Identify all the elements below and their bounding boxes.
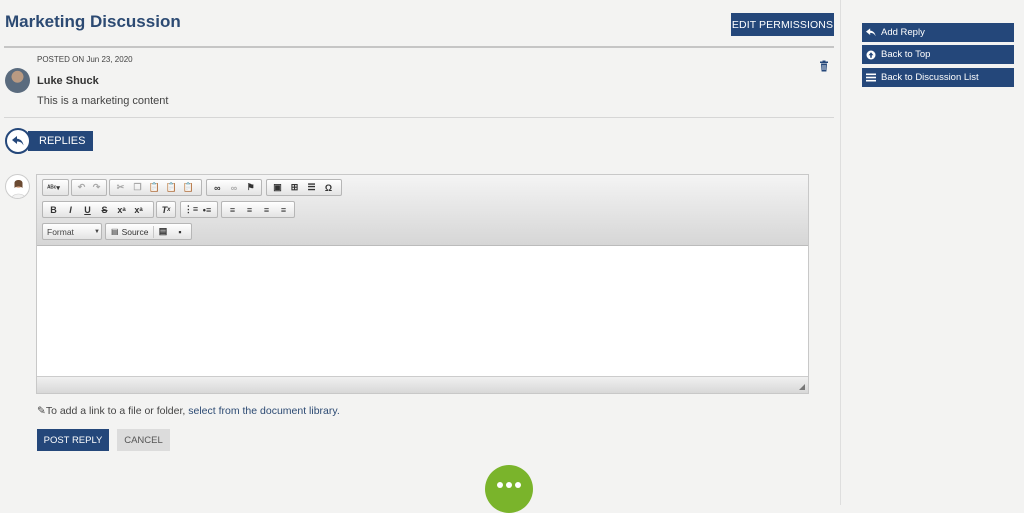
post-divider	[4, 117, 834, 118]
link-icon[interactable]: ∞	[209, 180, 226, 195]
post-author: Luke Shuck	[37, 75, 99, 87]
templates-icon[interactable]: ▤	[155, 224, 172, 239]
document-link-note: ✎To add a link to a file or folder, sele…	[37, 405, 340, 417]
back-to-discussion-list-button[interactable]: Back to Discussion List	[862, 68, 1014, 87]
clipboard-group: ✂ ❐ 📋 📋 📋	[109, 179, 202, 196]
more-options-button[interactable]	[485, 465, 533, 513]
source-button[interactable]: ▤ Source	[108, 227, 152, 237]
unlink-icon[interactable]: ∞	[226, 180, 243, 195]
align-justify-icon[interactable]: ≡	[275, 202, 292, 217]
replies-reply-icon	[5, 128, 31, 154]
caret-down-icon: ▼	[94, 228, 100, 235]
special-character-icon[interactable]: Ω	[320, 180, 337, 195]
remove-format-group: Tx	[156, 201, 176, 218]
author-avatar	[5, 68, 30, 93]
undo-icon[interactable]: ↶	[74, 180, 89, 195]
list-icon	[866, 73, 876, 83]
remove-format-icon[interactable]: Tx	[159, 202, 173, 217]
align-center-icon[interactable]: ≡	[241, 202, 258, 217]
table-icon[interactable]: ⊞	[286, 180, 303, 195]
subscript-icon[interactable]: xa	[113, 202, 130, 217]
current-user-avatar	[5, 174, 30, 199]
more-dot-icon	[506, 482, 512, 488]
back-to-top-label: Back to Top	[881, 49, 931, 60]
add-reply-button[interactable]: Add Reply	[862, 23, 1014, 42]
resize-handle-icon[interactable]	[799, 384, 805, 390]
reply-icon	[866, 28, 876, 38]
bold-icon[interactable]: B	[45, 202, 62, 217]
save-icon[interactable]: ▪	[172, 224, 189, 239]
paste-icon[interactable]: 📋	[146, 180, 163, 195]
source-doc-icon: ▤	[111, 227, 119, 236]
document-library-link[interactable]: select from the document library.	[188, 405, 340, 417]
right-sidebar: Add Reply Back to Top Back to Discussion…	[842, 0, 1024, 505]
cut-icon[interactable]: ✂	[112, 180, 129, 195]
source-group: ▤ Source ▤ ▪	[105, 223, 192, 240]
copy-icon[interactable]: ❐	[129, 180, 146, 195]
toolbar-separator	[152, 225, 154, 238]
title-divider	[4, 46, 834, 48]
link-note-text: To add a link to a file or folder,	[45, 405, 189, 417]
format-dropdown[interactable]: Format ▼	[42, 223, 102, 240]
more-dot-icon	[497, 482, 503, 488]
strikethrough-icon[interactable]: S	[96, 202, 113, 217]
editor-content-area[interactable]	[37, 246, 808, 376]
rich-text-editor: ᴬᴮᶜ▾ ↶ ↷ ✂ ❐ 📋 📋 📋 ∞ ∞ ⚑ ▣ ⊞ ☰ Ω B I U S…	[36, 174, 809, 394]
redo-icon[interactable]: ↷	[89, 180, 104, 195]
paste-word-icon[interactable]: 📋	[180, 180, 197, 195]
paste-text-icon[interactable]: 📋	[163, 180, 180, 195]
format-dropdown-value: Format ▼	[43, 227, 100, 237]
italic-icon[interactable]: I	[62, 202, 79, 217]
posted-date: POSTED ON Jun 23, 2020	[37, 55, 133, 64]
align-left-icon[interactable]: ≡	[224, 202, 241, 217]
source-label: Source	[121, 226, 149, 237]
anchor-flag-icon[interactable]: ⚑	[242, 180, 259, 195]
post-reply-button[interactable]: POST REPLY	[37, 429, 109, 451]
back-to-top-button[interactable]: Back to Top	[862, 45, 1014, 64]
replies-header: REPLIES	[28, 131, 93, 151]
trash-icon[interactable]	[818, 60, 830, 72]
superscript-icon[interactable]: xa	[130, 202, 147, 217]
back-to-discussion-list-label: Back to Discussion List	[881, 72, 979, 83]
paperclip-icon: ✎	[37, 405, 46, 417]
list-group: ⋮≡ •≡	[180, 201, 218, 218]
basic-styles-group: B I U S xa xa	[42, 201, 154, 218]
arrow-up-circle-icon	[866, 50, 876, 60]
editor-toolbar: ᴬᴮᶜ▾ ↶ ↷ ✂ ❐ 📋 📋 📋 ∞ ∞ ⚑ ▣ ⊞ ☰ Ω B I U S…	[37, 175, 808, 246]
format-label: Format	[47, 226, 74, 237]
add-reply-label: Add Reply	[881, 27, 925, 38]
edit-permissions-button[interactable]: EDIT PERMISSIONS	[731, 13, 834, 36]
insert-group: ▣ ⊞ ☰ Ω	[266, 179, 342, 196]
alignment-group: ≡ ≡ ≡ ≡	[221, 201, 295, 218]
discussion-main: Marketing Discussion EDIT PERMISSIONS PO…	[0, 0, 841, 513]
page-title: Marketing Discussion	[5, 12, 181, 31]
link-group: ∞ ∞ ⚑	[206, 179, 262, 196]
horizontal-line-icon[interactable]: ☰	[303, 180, 320, 195]
more-dot-icon	[515, 482, 521, 488]
editor-status-bar	[37, 376, 808, 393]
spellcheck-group: ᴬᴮᶜ▾	[42, 179, 69, 196]
numbered-list-icon[interactable]: ⋮≡	[183, 202, 199, 217]
undo-redo-group: ↶ ↷	[71, 179, 107, 196]
underline-icon[interactable]: U	[79, 202, 96, 217]
bulleted-list-icon[interactable]: •≡	[199, 202, 215, 217]
image-icon[interactable]: ▣	[269, 180, 286, 195]
spellcheck-icon[interactable]: ᴬᴮᶜ▾	[45, 180, 62, 195]
cancel-button[interactable]: CANCEL	[117, 429, 170, 451]
align-right-icon[interactable]: ≡	[258, 202, 275, 217]
post-content: This is a marketing content	[37, 95, 169, 107]
